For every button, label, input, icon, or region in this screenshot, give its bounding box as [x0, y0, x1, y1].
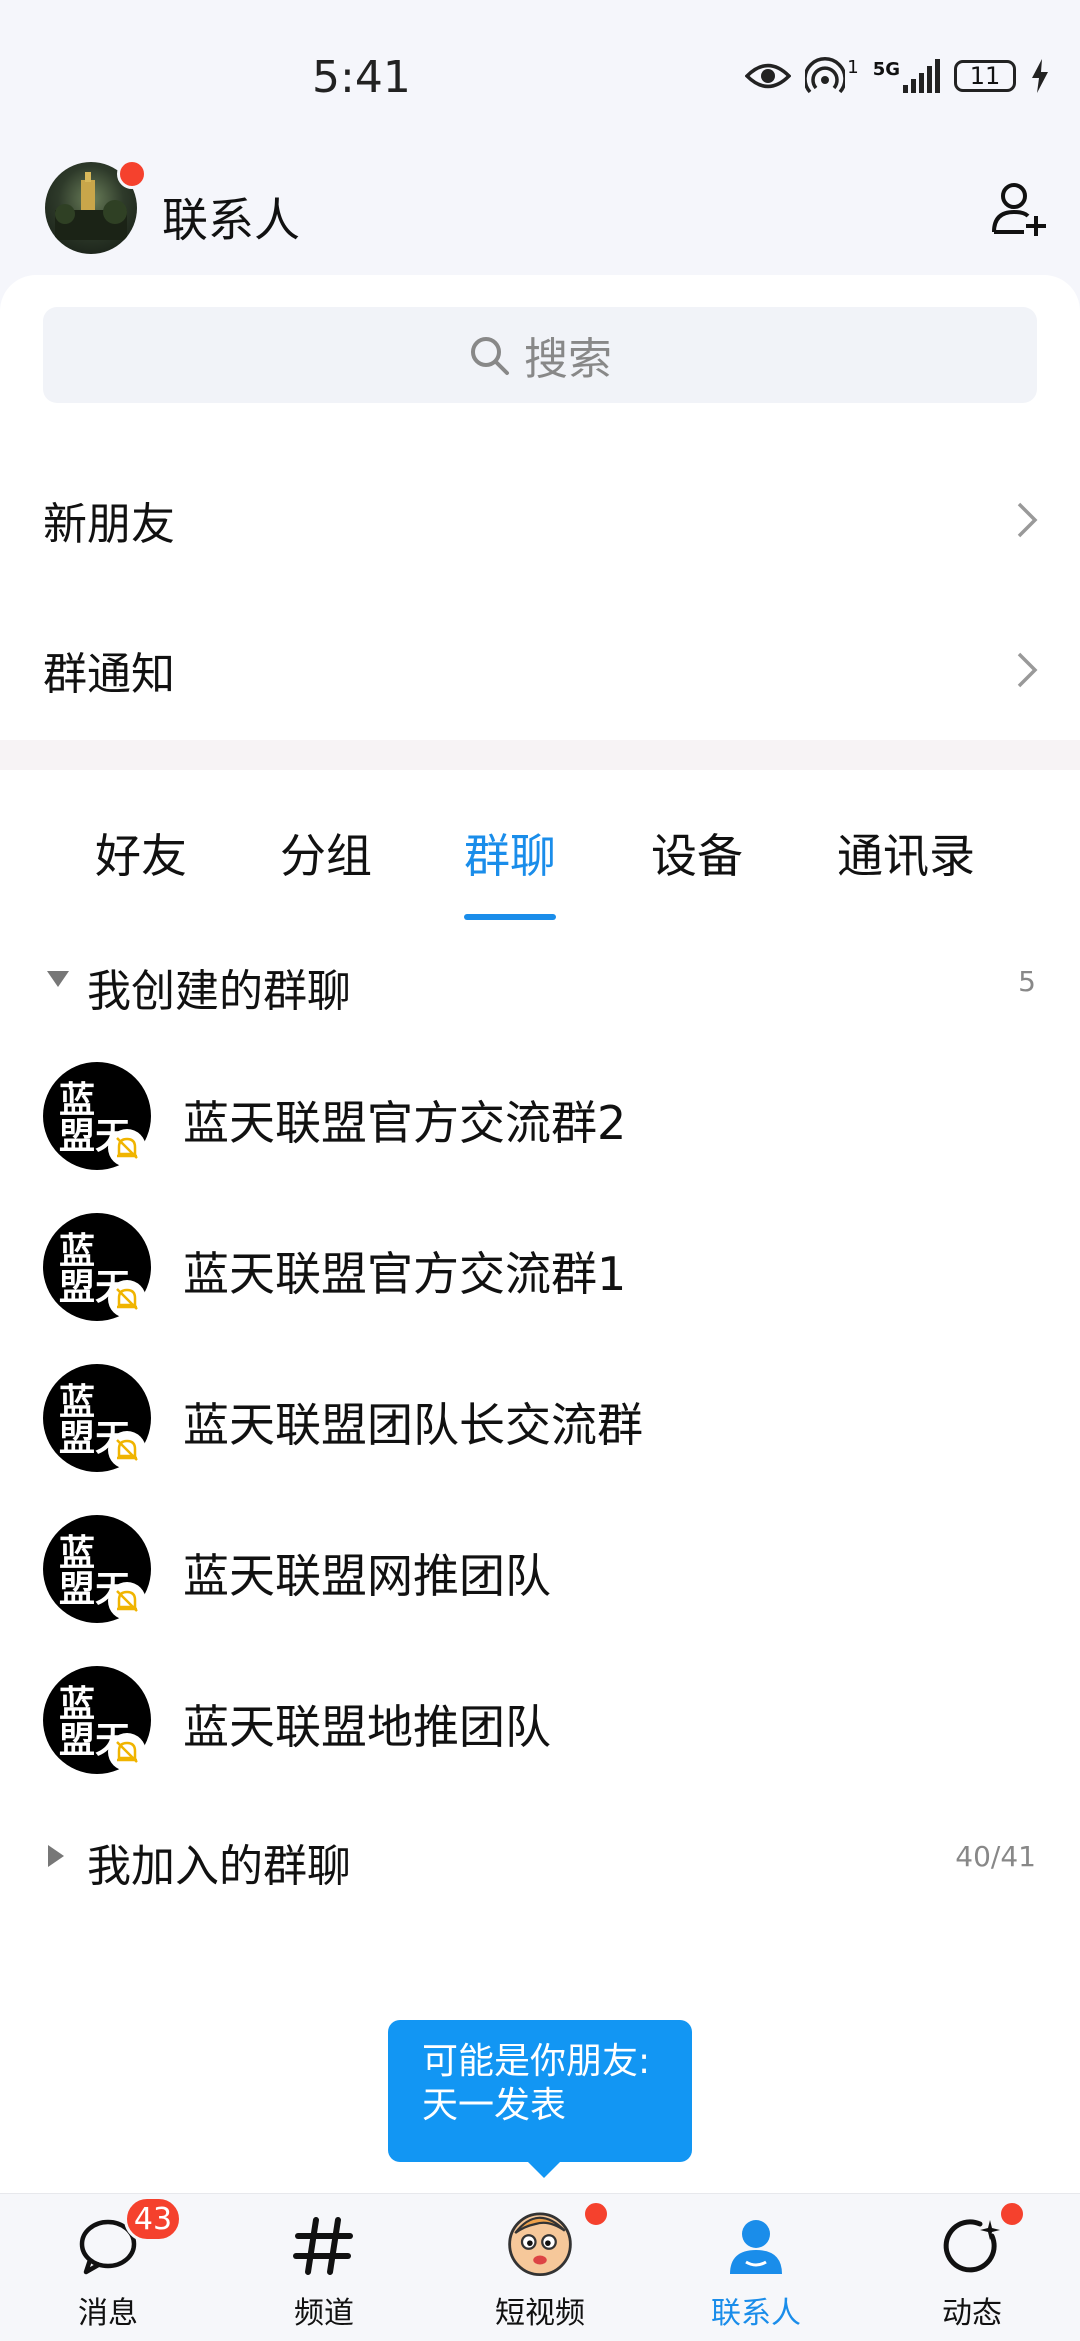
group-row[interactable]: 蓝盟天 蓝天联盟官方交流群1 — [0, 1192, 1080, 1343]
group-name: 蓝天联盟网推团队 — [183, 1549, 551, 1603]
contacts-top-card: 搜索 新朋友 群通知 — [0, 275, 1080, 740]
created-groups-label: 我创建的群聊 — [87, 966, 351, 1017]
nav-label: 动态 — [942, 2296, 1002, 2331]
nav-label: 短视频 — [495, 2296, 585, 2331]
group-notifications-label: 群通知 — [43, 649, 175, 700]
add-contact-icon[interactable] — [990, 180, 1048, 238]
unread-badge: 43 — [124, 2196, 182, 2242]
group-row[interactable]: 蓝盟天 蓝天联盟团队长交流群 — [0, 1343, 1080, 1494]
group-row[interactable]: 蓝盟天 蓝天联盟地推团队 — [0, 1645, 1080, 1796]
mute-bell-icon — [108, 1431, 146, 1469]
tab-devices[interactable]: 设备 — [651, 820, 743, 886]
new-friends-label: 新朋友 — [43, 499, 175, 550]
group-row[interactable]: 蓝盟天 蓝天联盟官方交流群2 — [0, 1041, 1080, 1192]
search-bar[interactable]: 搜索 — [43, 307, 1037, 403]
bottom-navigation: 43 消息 频道 短视频 联系人 动态 — [0, 2193, 1080, 2341]
tooltip-line-2: 天一发表 — [422, 2085, 567, 2126]
status-time: 5:41 — [312, 52, 411, 103]
chevron-right-icon — [1017, 502, 1038, 538]
tab-group-chats[interactable]: 群聊 — [464, 820, 556, 886]
avatar-notification-dot — [117, 159, 147, 189]
tooltip-line-1: 可能是你朋友: — [422, 2041, 651, 2082]
chevron-right-icon — [1017, 652, 1038, 688]
contacts-person-icon — [730, 2220, 782, 2274]
mute-bell-icon — [108, 1582, 146, 1620]
short-video-avatar-icon — [508, 2212, 572, 2277]
nav-channels[interactable]: 频道 — [216, 2194, 432, 2341]
network-type: 5G — [872, 59, 900, 80]
group-name: 蓝天联盟团队长交流群 — [183, 1398, 643, 1452]
search-icon — [471, 337, 509, 375]
joined-groups-label: 我加入的群聊 — [87, 1841, 351, 1892]
tooltip-arrow — [528, 2162, 560, 2178]
charging-icon — [1032, 59, 1048, 93]
mute-bell-icon — [108, 1733, 146, 1771]
header: 联系人 — [0, 150, 1080, 275]
battery-indicator: 11 — [954, 60, 1016, 92]
mute-bell-icon — [108, 1129, 146, 1167]
nav-contacts[interactable]: 联系人 — [648, 2194, 864, 2341]
eye-icon — [745, 63, 792, 89]
contacts-main-card: 好友 分组 群聊 设备 通讯录 我创建的群聊 5 蓝盟天 蓝天联盟官方交流群2 … — [0, 770, 1080, 2193]
nav-label: 频道 — [294, 2296, 354, 2331]
group-name: 蓝天联盟地推团队 — [183, 1700, 551, 1754]
hotspot-icon — [805, 57, 846, 94]
nav-messages[interactable]: 43 消息 — [0, 2194, 216, 2341]
feed-dot — [998, 2200, 1026, 2228]
status-bar: 5:41 1 5G 11 — [0, 0, 1080, 150]
tab-groups-categories[interactable]: 分组 — [280, 820, 372, 886]
group-row[interactable]: 蓝盟天 蓝天联盟网推团队 — [0, 1494, 1080, 1645]
tab-friends[interactable]: 好友 — [95, 820, 187, 886]
nav-short-video[interactable]: 短视频 — [432, 2194, 648, 2341]
contact-tabs: 好友 分组 群聊 设备 通讯录 — [0, 800, 1080, 920]
feed-icon — [943, 2219, 1000, 2273]
active-tab-indicator — [464, 914, 556, 920]
caret-down-icon — [47, 971, 69, 987]
status-icons: 1 5G 11 — [745, 56, 1050, 96]
caret-right-icon — [48, 1845, 64, 1867]
group-notifications-row[interactable]: 群通知 — [0, 595, 1080, 745]
created-groups-header[interactable]: 我创建的群聊 5 — [0, 935, 1080, 1025]
mute-bell-icon — [108, 1280, 146, 1318]
search-placeholder: 搜索 — [524, 334, 612, 385]
page-title: 联系人 — [162, 193, 300, 247]
sim-number: 1 — [847, 56, 859, 78]
created-groups-count: 5 — [1018, 965, 1036, 998]
signal-icon: 5G — [873, 59, 940, 93]
joined-groups-count: 40/41 — [955, 1840, 1036, 1873]
nav-feed[interactable]: 动态 — [864, 2194, 1080, 2341]
group-name: 蓝天联盟官方交流群2 — [183, 1096, 627, 1150]
channel-hash-icon — [293, 2217, 353, 2275]
tab-address-book[interactable]: 通讯录 — [837, 820, 975, 886]
new-friends-row[interactable]: 新朋友 — [0, 445, 1080, 595]
section-separator — [0, 740, 1080, 770]
short-video-dot — [582, 2200, 610, 2228]
nav-label: 联系人 — [711, 2296, 801, 2331]
friend-suggestion-tooltip[interactable]: 可能是你朋友: 天一发表 — [388, 2020, 692, 2162]
joined-groups-header[interactable]: 我加入的群聊 40/41 — [0, 1810, 1080, 1900]
battery-level: 11 — [969, 62, 1001, 90]
nav-label: 消息 — [78, 2296, 138, 2331]
group-name: 蓝天联盟官方交流群1 — [183, 1247, 627, 1301]
